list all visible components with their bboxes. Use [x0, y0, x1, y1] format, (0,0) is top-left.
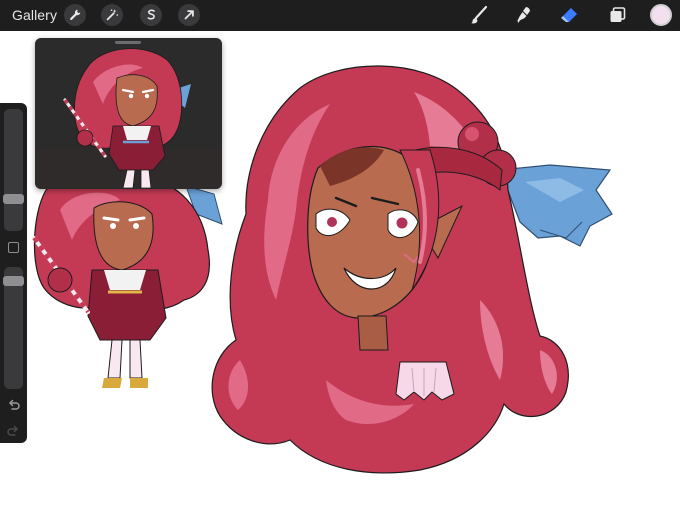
opacity-thumb[interactable]: [3, 276, 24, 286]
eraser-icon[interactable]: [558, 4, 580, 26]
transform-arrow-icon[interactable]: [178, 4, 200, 26]
reference-drag-handle[interactable]: [115, 41, 141, 44]
wrench-icon[interactable]: [64, 4, 86, 26]
left-sidebar: [0, 103, 27, 443]
undo-icon[interactable]: [6, 397, 21, 412]
brush-icon[interactable]: [468, 4, 490, 26]
brush-size-thumb[interactable]: [3, 194, 24, 204]
redo-icon[interactable]: [6, 423, 21, 438]
main-character-sketch: [211, 65, 613, 474]
reference-window[interactable]: [35, 38, 222, 189]
reference-image: [35, 48, 222, 189]
smudge-icon[interactable]: [513, 4, 535, 26]
top-toolbar: Gallery: [0, 0, 680, 31]
magic-wand-icon[interactable]: [101, 4, 123, 26]
layers-icon[interactable]: [606, 4, 628, 26]
brush-size-slider[interactable]: [4, 109, 23, 231]
selection-icon[interactable]: [140, 4, 162, 26]
color-picker-swatch[interactable]: [650, 4, 672, 26]
modify-button[interactable]: [8, 242, 19, 253]
gallery-button[interactable]: Gallery: [12, 7, 57, 23]
chibi-character-sketch: [32, 173, 223, 388]
